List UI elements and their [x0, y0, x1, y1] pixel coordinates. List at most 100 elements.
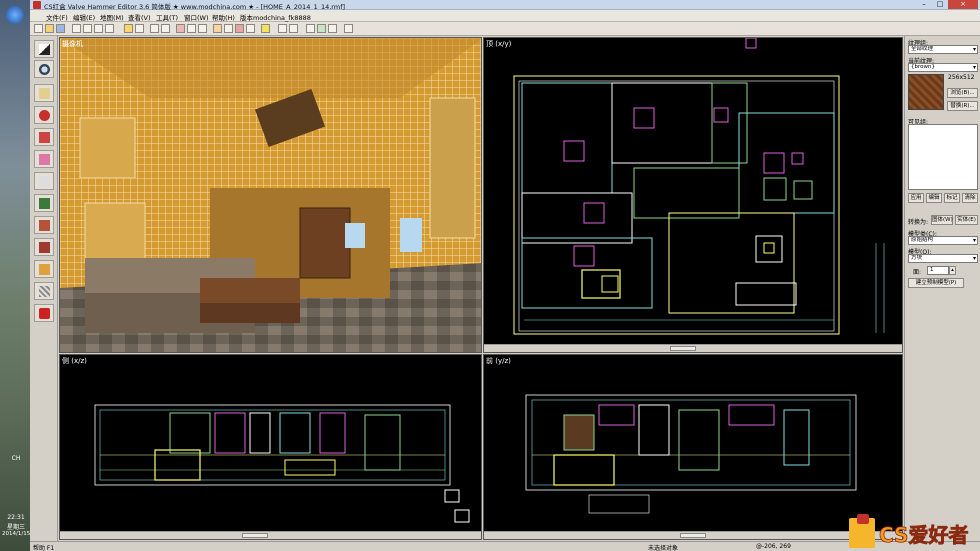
side-viewport-label: 侧 (x/z) [62, 357, 87, 365]
title-bar[interactable]: CS红盒 Valve Hammer Editor 3.6 简体版 ★ www.m… [30, 0, 980, 11]
menu-file[interactable]: 文件(F) [46, 12, 68, 22]
desktop-strip: CH 22:31 星期三 2014/1/15 [0, 0, 30, 551]
cut-icon[interactable] [176, 24, 185, 33]
top-viewport-label: 顶 (x/y) [486, 40, 512, 48]
texture-group-select[interactable]: 全部纹理 [908, 45, 978, 54]
apply-texture-tool[interactable] [34, 172, 54, 190]
menu-tools[interactable]: 工具(T) [156, 12, 178, 22]
hide-selected-icon[interactable] [235, 24, 244, 33]
camera-viewport-label: 摄像机 [62, 40, 83, 48]
open-folder-icon[interactable] [45, 24, 54, 33]
convert-entity-button[interactable]: 实体(E) [955, 215, 978, 225]
toggle-selection-icon[interactable] [317, 24, 326, 33]
convert-world-button[interactable]: 图体(W) [931, 215, 953, 225]
ungroup-icon[interactable] [224, 24, 233, 33]
status-help: 帮助 F1 [33, 545, 55, 551]
redo-icon[interactable] [161, 24, 170, 33]
camera-viewport[interactable]: 摄像机 [59, 37, 482, 353]
faces-label: 面: [913, 269, 922, 276]
browse-button[interactable]: 浏览(B)... [947, 88, 978, 98]
top-viewport-scroll-thumb[interactable] [670, 346, 696, 351]
brand-logo: CS爱好者 [849, 512, 974, 550]
convert-label: 转换为: [908, 219, 929, 226]
lang-indicator[interactable]: CH [2, 455, 30, 462]
maximize-button[interactable]: □ [932, 0, 948, 9]
scale-texture-lock-icon[interactable] [289, 24, 298, 33]
edit-button[interactable]: 编辑 [926, 193, 942, 203]
selection-tool[interactable] [34, 40, 54, 58]
run-map-icon[interactable] [344, 24, 353, 33]
apply-button[interactable]: 应用 [908, 193, 924, 203]
replace-button[interactable]: 替换(R)... [947, 101, 978, 111]
menu-window[interactable]: 窗口(W) [184, 12, 209, 22]
side-viewport-scrollbar[interactable] [60, 531, 481, 539]
clip-tool[interactable] [34, 216, 54, 234]
menu-version[interactable]: 版本modchina_fk8888 [240, 12, 311, 22]
status-coords: @-206, 269 [756, 543, 791, 550]
hollow-icon[interactable] [306, 24, 315, 33]
object-select[interactable]: 方块 [908, 254, 978, 263]
group-icon[interactable] [213, 24, 222, 33]
texture-application-tool[interactable] [34, 150, 54, 168]
current-texture-select[interactable]: {brown} [908, 63, 978, 72]
top-viewport-scrollbar[interactable] [484, 344, 902, 352]
close-button[interactable]: × [948, 0, 978, 9]
hammer-window: CS红盒 Valve Hammer Editor 3.6 简体版 ★ www.m… [30, 0, 980, 551]
front-viewport[interactable]: 前 (y/z) [483, 354, 903, 540]
texture-preview[interactable] [908, 74, 944, 110]
side-viewport[interactable]: 侧 (x/z) [59, 354, 482, 540]
texture-size: 256x512 [948, 74, 975, 81]
front-wireframe [525, 394, 857, 514]
decal-tool[interactable] [34, 194, 54, 212]
overlay-tool[interactable] [34, 282, 54, 300]
block-tool[interactable] [34, 128, 54, 146]
clock-weekday: 星期三 [6, 524, 25, 531]
clock-time[interactable]: 22:31 [2, 514, 30, 521]
grid-smaller-icon[interactable] [94, 24, 103, 33]
menu-help[interactable]: 帮助(H) [212, 12, 235, 22]
faces-input[interactable]: 1 [927, 266, 949, 275]
clip-icon[interactable] [328, 24, 337, 33]
side-viewport-scroll-thumb[interactable] [242, 533, 268, 538]
entity-tool[interactable] [34, 106, 54, 124]
visgroup-list[interactable] [908, 124, 978, 190]
tool-palette [30, 36, 58, 541]
grid-larger-icon[interactable] [105, 24, 114, 33]
front-viewport-scroll-thumb[interactable] [680, 533, 706, 538]
minimize-button[interactable]: – [916, 0, 932, 9]
app-icon[interactable] [33, 1, 41, 9]
undo-icon[interactable] [150, 24, 159, 33]
carve-icon[interactable] [261, 24, 270, 33]
purge-button[interactable]: 清除 [962, 193, 978, 203]
show-all-icon[interactable] [246, 24, 255, 33]
menu-map[interactable]: 地图(M) [100, 12, 124, 22]
top-wireframe [513, 38, 885, 335]
menu-view[interactable]: 查看(V) [128, 12, 151, 22]
side-wireframe [94, 404, 470, 523]
path-tool[interactable] [34, 260, 54, 278]
create-prefab-button[interactable]: 建立预制模型(P) [908, 278, 964, 288]
front-viewport-scrollbar[interactable] [484, 531, 902, 539]
mark-button[interactable]: 标记 [944, 193, 960, 203]
camera-scene [60, 38, 481, 352]
menu-bar: 文件(F) 编辑(E) 地图(M) 查看(V) 工具(T) 窗口(W) 帮助(H… [30, 10, 980, 22]
cordon-tool[interactable] [34, 304, 54, 322]
vertex-tool[interactable] [34, 238, 54, 256]
texture-lock-icon[interactable] [278, 24, 287, 33]
copy-icon[interactable] [187, 24, 196, 33]
grid-toggle-icon[interactable] [72, 24, 81, 33]
windows-orb-icon[interactable] [6, 6, 24, 24]
top-viewport[interactable]: 顶 (x/y) [483, 37, 903, 353]
status-selection: 未选择对象 [648, 545, 679, 551]
paste-icon[interactable] [198, 24, 207, 33]
save-window-state-icon[interactable] [135, 24, 144, 33]
faces-spin-button[interactable]: ▴ [949, 266, 956, 275]
new-file-icon[interactable] [34, 24, 43, 33]
save-icon[interactable] [56, 24, 65, 33]
menu-edit[interactable]: 编辑(E) [73, 12, 95, 22]
magnify-tool[interactable] [34, 60, 54, 78]
load-window-state-icon[interactable] [124, 24, 133, 33]
grid-3d-icon[interactable] [83, 24, 92, 33]
camera-tool[interactable] [34, 84, 54, 102]
category-select[interactable]: 原始结构 [908, 236, 978, 245]
